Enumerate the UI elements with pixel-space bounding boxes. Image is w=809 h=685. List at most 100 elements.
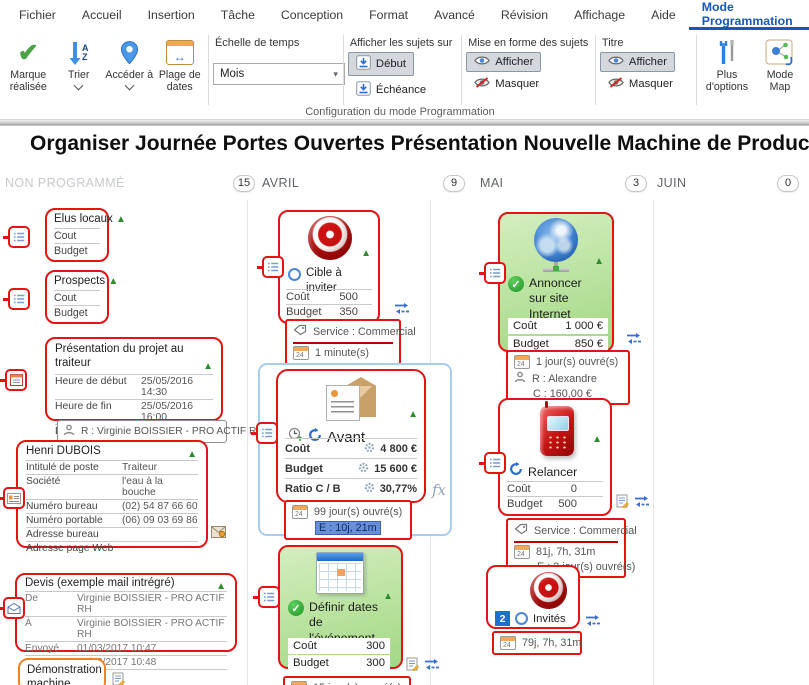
annoncer-info-callout: 1 jour(s) ouvré(s) R : Alexandre C : 160… (506, 350, 630, 405)
tab-affichage[interactable]: Affichage (561, 0, 638, 30)
card-definir-dates[interactable]: Définir dates de l'événement Coût300 Bud… (278, 545, 403, 669)
tab-aide[interactable]: Aide (638, 0, 689, 30)
done-check-icon[interactable] (288, 600, 304, 616)
field-label: Numéro portable (26, 515, 122, 526)
card-title: Annoncer sur site Internet (529, 276, 599, 322)
ribbon-group-caption: Configuration du mode Programmation (100, 106, 700, 118)
workflow-icon[interactable] (394, 302, 410, 315)
start-button[interactable]: Début (348, 52, 414, 76)
workflow-icon[interactable] (424, 658, 440, 671)
budget-label: Budget (513, 338, 549, 350)
tools-icon (716, 36, 738, 69)
formatting-hide-button[interactable]: Masquer (466, 74, 547, 94)
column-header-non-programme[interactable]: NON PROGRAMMÉ 15 (5, 173, 255, 193)
card-cible-a-inviter[interactable]: Cible à inviter Coût500 Budget350 (278, 210, 380, 324)
card-presentation-traiteur[interactable]: Présentation du projet au traiteur Heure… (45, 337, 223, 421)
timescale-dropdown[interactable]: Mois ▾ (213, 63, 345, 85)
tab-fichier[interactable]: Fichier (6, 0, 69, 30)
status-circle-icon[interactable] (515, 612, 528, 625)
contact-card-icon[interactable] (3, 487, 25, 509)
notes-list-icon[interactable] (262, 256, 284, 278)
tab-tache[interactable]: Tâche (208, 0, 268, 30)
more-options-button[interactable]: Plus d'options (701, 33, 753, 93)
due-button[interactable]: Échéance (348, 78, 434, 102)
cost-value: 4 800 € (380, 443, 417, 455)
note-icon[interactable] (406, 657, 419, 671)
notes-list-icon[interactable] (258, 586, 280, 608)
mark-done-button[interactable]: Marque réalisée (4, 33, 53, 93)
globe-icon (534, 218, 578, 262)
notes-list-icon[interactable] (8, 288, 30, 310)
tab-revision[interactable]: Révision (488, 0, 561, 30)
duration-text: 79j, 7h, 31m (522, 637, 581, 649)
calendar-icon (292, 505, 308, 519)
note-icon[interactable] (616, 494, 629, 508)
target-icon (308, 216, 352, 260)
done-check-icon[interactable] (508, 276, 524, 292)
card-relancer[interactable]: Relancer Coût0 Budget500 (498, 398, 612, 516)
column-header-avril[interactable]: AVRIL 9 (262, 173, 465, 193)
title-hide-button[interactable]: Masquer (600, 74, 681, 94)
calendar-icon (500, 636, 516, 650)
envelope-icon[interactable] (3, 597, 25, 619)
start-icon (356, 55, 371, 73)
budget-label: Budget (286, 306, 321, 318)
formatting-show-button[interactable]: Afficher (466, 52, 541, 72)
target-icon (530, 572, 567, 609)
mail-attachment-icon[interactable] (211, 526, 226, 538)
card-title: Devis (exemple mail intrégré) (25, 577, 227, 589)
application-window: { "tabs":{"items":["Fichier","Accueil","… (0, 0, 809, 685)
note-icon[interactable] (112, 672, 125, 685)
globe-base (543, 268, 569, 272)
mode-map-button[interactable]: Mode Map (755, 33, 805, 93)
workflow-icon[interactable] (585, 614, 601, 627)
notes-list-icon[interactable] (256, 422, 278, 444)
card-annoncer-internet[interactable]: Annoncer sur site Internet Coût1 000 € B… (498, 212, 614, 352)
title-show-button[interactable]: Afficher (600, 52, 675, 72)
column-count-badge: 15 (233, 175, 255, 192)
card-title: Invités (533, 613, 566, 625)
budget-value: 500 (558, 498, 577, 510)
person-icon (63, 424, 75, 439)
notes-list-icon[interactable] (484, 452, 506, 474)
date-range-button[interactable]: ↔ Plage de dates (156, 33, 205, 93)
show-topics-label: Afficher les sujets sur (350, 37, 455, 49)
card-title: Relancer (528, 465, 577, 479)
workflow-icon[interactable] (626, 332, 642, 345)
tab-conception[interactable]: Conception (268, 0, 356, 30)
card-prospects[interactable]: Prospects Cout Budget (45, 270, 109, 324)
tab-avance[interactable]: Avancé (421, 0, 488, 30)
card-henri-dubois[interactable]: Henri DUBOIS Intitulé de posteTraiteur S… (16, 440, 208, 548)
timescale-value: Mois (220, 68, 244, 80)
field-value: (02) 54 87 66 60 (122, 501, 198, 512)
field-value: Virginie BOISSIER - PRO ACTIF RH (77, 618, 227, 640)
ribbon-tab-bar: Fichier Accueil Insertion Tâche Concepti… (0, 0, 809, 30)
card-avant[interactable]: Avant Coût4 800 € Budget15 600 € Ratio C… (276, 369, 426, 503)
column-header-juin[interactable]: JUIN 0 (657, 173, 799, 193)
goto-button[interactable]: Accéder à (105, 33, 154, 93)
column-header-mai[interactable]: MAI 3 (480, 173, 647, 193)
avant-duration-callout: 99 jour(s) ouvré(s) E : 10j, 21m (284, 500, 412, 540)
notes-list-icon[interactable] (8, 226, 30, 248)
appointment-icon[interactable] (5, 369, 27, 391)
calendar-icon (514, 355, 530, 369)
field-label: Adresse page Web (26, 543, 113, 554)
card-elus-locaux[interactable]: Elus locaux Cout Budget (45, 208, 109, 262)
tab-mode-programmation[interactable]: Mode Programmation (689, 0, 809, 30)
expand-up-icon (383, 591, 393, 602)
person-icon (514, 371, 526, 386)
calendar-icon (293, 346, 309, 360)
tab-insertion[interactable]: Insertion (135, 0, 208, 30)
workflow-icon[interactable] (634, 495, 650, 508)
card-invites[interactable]: 2 Invités (486, 565, 580, 629)
card-devis-mail[interactable]: Devis (exemple mail intrégré) DeVirginie… (15, 573, 237, 652)
card-demonstration-machine[interactable]: Démonstration machine (18, 658, 106, 685)
notes-list-icon[interactable] (484, 262, 506, 284)
tab-accueil[interactable]: Accueil (69, 0, 135, 30)
tab-format[interactable]: Format (356, 0, 421, 30)
sort-button[interactable]: AZ Trier (55, 33, 104, 93)
status-circle-icon[interactable] (288, 268, 301, 281)
cost-label: Coût (285, 443, 364, 455)
project-title: Organiser Journée Portes Ouvertes Présen… (30, 132, 809, 156)
phone-icon (540, 406, 574, 456)
